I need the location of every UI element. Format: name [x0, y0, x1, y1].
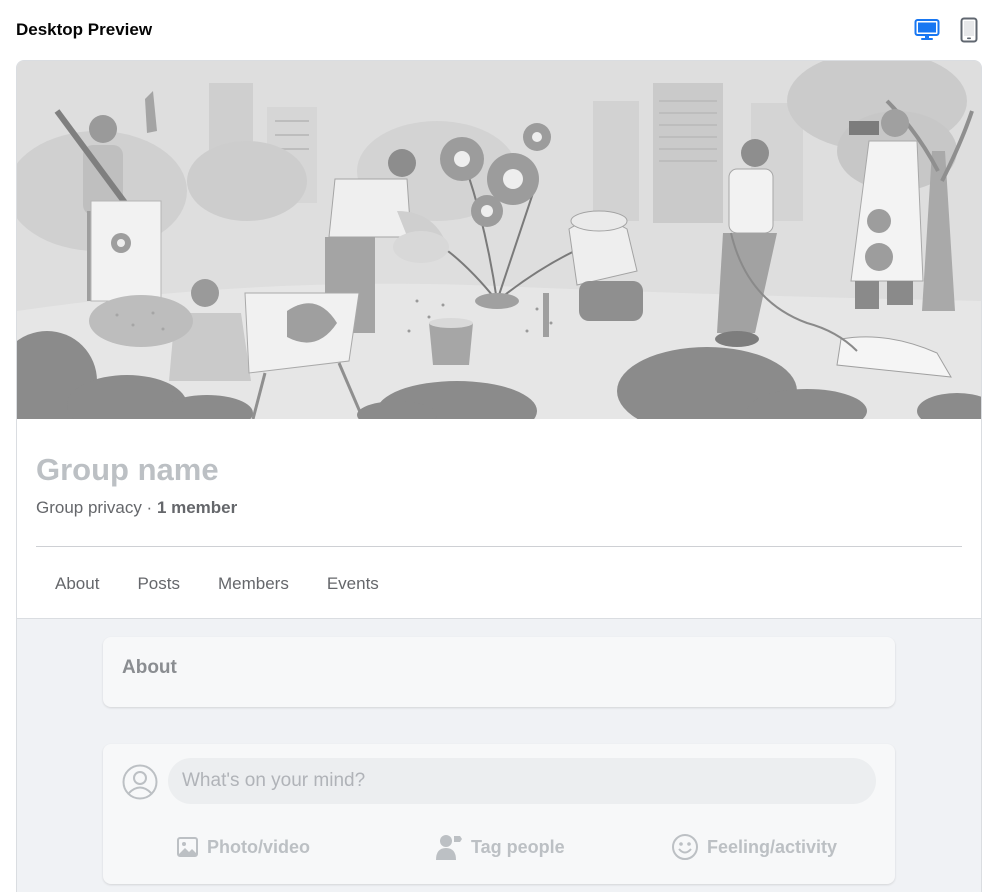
mobile-preview-button[interactable] — [955, 16, 983, 44]
tab-posts[interactable]: Posts — [118, 564, 199, 608]
desktop-preview-button[interactable] — [913, 16, 941, 44]
group-preview: Group name Group privacy · 1 member Abou… — [16, 60, 982, 892]
group-name: Group name — [36, 452, 219, 487]
community-garden-illustration — [17, 61, 981, 419]
group-tabs: About Posts Members Events — [36, 564, 398, 608]
feeling-activity-button[interactable]: Feeling/activity — [671, 831, 837, 863]
header-title: Desktop Preview — [16, 20, 153, 39]
tag-people-button[interactable]: Tag people — [435, 831, 565, 863]
tag-people-label: Tag people — [471, 836, 565, 857]
phone-icon — [960, 17, 978, 43]
meta-separator: · — [141, 498, 157, 517]
about-card: About — [103, 637, 895, 707]
feeling-activity-label: Feeling/activity — [707, 836, 838, 857]
group-info-section: Group name Group privacy · 1 member Abou… — [17, 419, 981, 619]
tab-events[interactable]: Events — [308, 564, 398, 608]
photo-video-button[interactable]: Photo/video — [175, 831, 310, 863]
monitor-icon — [914, 19, 940, 40]
smiley-icon — [672, 834, 698, 860]
member-count: 1 member — [156, 498, 238, 517]
composer-input[interactable] — [168, 758, 876, 804]
photo-video-label: Photo/video — [207, 836, 310, 857]
user-avatar-icon — [122, 764, 158, 800]
group-info-divider — [36, 546, 962, 547]
group-meta: Group privacy · 1 member — [36, 498, 237, 518]
photo-icon — [177, 837, 198, 857]
cover-photo — [17, 61, 981, 419]
post-composer: Photo/video Tag people Feeling/activity — [103, 744, 895, 884]
group-privacy: Group privacy — [36, 498, 142, 517]
tab-members[interactable]: Members — [199, 564, 308, 608]
tag-people-icon — [436, 835, 462, 860]
preview-header: Desktop Preview — [0, 0, 1000, 60]
about-card-title: About — [122, 657, 177, 678]
tab-about[interactable]: About — [36, 564, 118, 608]
group-feed: About Photo/video — [17, 618, 981, 892]
